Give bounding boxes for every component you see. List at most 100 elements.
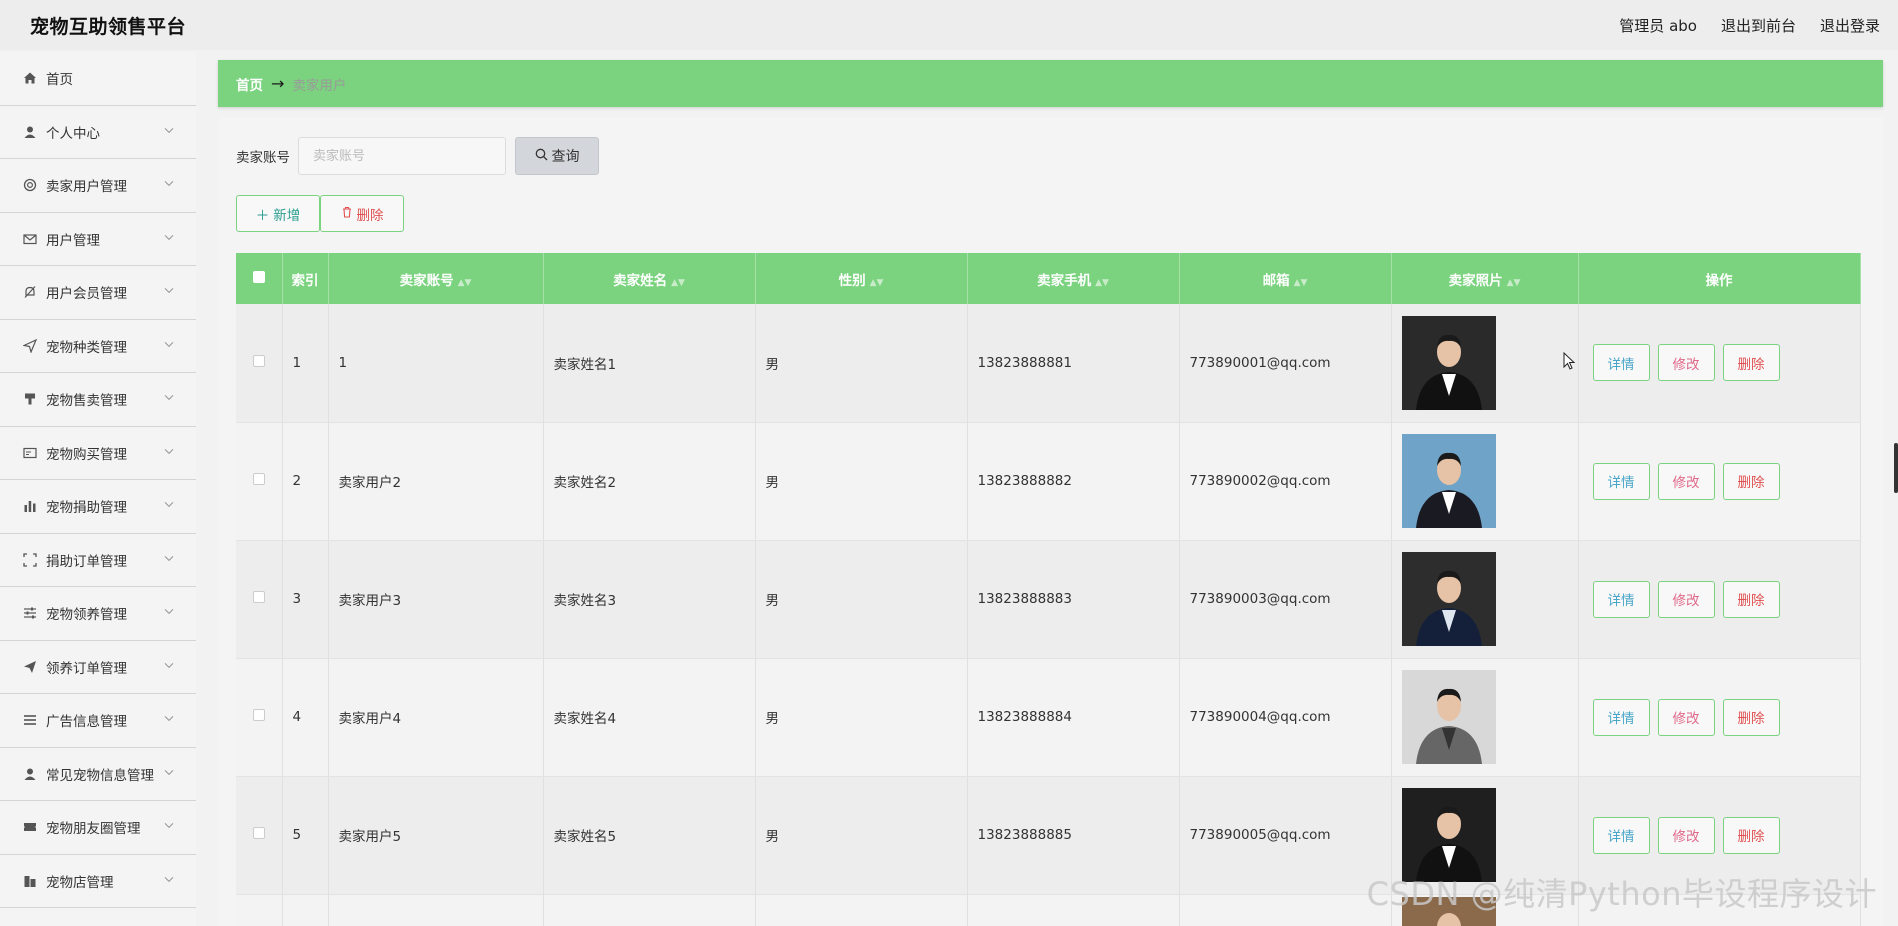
sidebar-item-6[interactable]: 宠物售卖管理 (0, 373, 196, 427)
detail-button[interactable]: 详情 (1592, 698, 1650, 736)
cell-photo (1391, 658, 1579, 777)
brush-icon (22, 391, 38, 407)
top-nav: 管理员 abo 退出到前台 退出登录 (1619, 15, 1880, 36)
cell-gender: 男 (755, 776, 968, 895)
row-checkbox[interactable] (236, 540, 283, 659)
add-button[interactable]: ＋ 新增 (236, 195, 320, 232)
select-all-checkbox[interactable] (236, 253, 283, 304)
row-checkbox[interactable] (236, 776, 283, 895)
admin-label[interactable]: 管理员 abo (1619, 15, 1697, 36)
col-account[interactable]: 卖家账号 ▲▼ (328, 253, 544, 304)
sidebar-item-13[interactable]: 常见宠物信息管理 (0, 748, 196, 801)
seller-photo (1401, 552, 1496, 646)
cell-index: 5 (282, 776, 329, 895)
sidebar-item-7[interactable]: 宠物购买管理 (0, 427, 196, 480)
row-delete-button[interactable]: 删除 (1722, 816, 1780, 854)
row-checkbox[interactable] (236, 422, 283, 541)
sidebar-item-label: 用户管理 (46, 232, 100, 249)
table-row: 3 卖家用户3 卖家姓名3 男 13823888883 773890003@qq.com 详… (236, 540, 1861, 659)
row-delete-button[interactable]: 删除 (1722, 344, 1780, 382)
cell-gender: 男 (755, 540, 968, 659)
chevron-down-icon (164, 553, 174, 564)
chevron-down-icon (164, 179, 174, 190)
sidebar-item-label: 宠物捐助管理 (46, 500, 127, 517)
cell-phone: 13823888882 (967, 422, 1180, 541)
sidebar-item-5[interactable]: 宠物种类管理 (0, 320, 196, 373)
sidebar-item-12[interactable]: 广告信息管理 (0, 694, 196, 748)
breadcrumb-home[interactable]: 首页 (236, 74, 263, 94)
sort-icon: ▲▼ (1506, 277, 1521, 288)
sidebar-item-11[interactable]: 领养订单管理 (0, 641, 196, 694)
col-gender-label: 性别 (838, 272, 866, 289)
sidebar-item-0[interactable]: 首页 (0, 52, 196, 106)
sidebar-item-14[interactable]: 宠物朋友圈管理 (0, 801, 196, 855)
col-email-label: 邮箱 (1262, 272, 1290, 289)
cell-email: 773890005@qq.com (1179, 776, 1392, 895)
seller-table: 索引 卖家账号 ▲▼ 卖家姓名 ▲▼ 性别 ▲▼ 卖家手机 ▲▼ 邮箱 ▲▼ 卖家照片 ▲▼… (236, 253, 1861, 926)
sidebar-item-label: 宠物朋友圈管理 (46, 821, 141, 838)
sidebar-item-1[interactable]: 个人中心 (0, 106, 196, 159)
col-gender[interactable]: 性别 ▲▼ (755, 253, 968, 304)
logout-link[interactable]: 退出登录 (1820, 15, 1880, 36)
card-icon (22, 445, 38, 461)
search-icon (535, 148, 548, 165)
row-delete-button[interactable]: 删除 (1722, 580, 1780, 618)
detail-button[interactable]: 详情 (1592, 462, 1650, 500)
edit-button[interactable]: 修改 (1657, 580, 1715, 618)
sidebar-item-15[interactable]: 宠物店管理 (0, 855, 196, 908)
col-email[interactable]: 邮箱 ▲▼ (1179, 253, 1392, 304)
cell-account: 卖家用户2 (328, 422, 544, 541)
cell-gender: 男 (755, 658, 968, 777)
person-icon (22, 766, 38, 782)
edit-button[interactable]: 修改 (1657, 344, 1715, 382)
table-row: 2 卖家用户2 卖家姓名2 男 13823888882 773890002@qq.com 详… (236, 422, 1861, 541)
search-input[interactable] (298, 137, 506, 175)
detail-button[interactable]: 详情 (1592, 344, 1650, 382)
cell-index: 4 (282, 658, 329, 777)
detail-button[interactable]: 详情 (1592, 580, 1650, 618)
table-row: 1 1 卖家姓名1 男 13823888881 773890001@qq.com 详情 修改删… (236, 304, 1861, 423)
row-delete-button[interactable]: 删除 (1722, 698, 1780, 736)
chevron-down-icon (164, 339, 174, 350)
top-bar: 宠物互助领售平台 管理员 abo 退出到前台 退出登录 (0, 0, 1898, 50)
col-name-label: 卖家姓名 (613, 272, 668, 289)
sort-icon: ▲▼ (457, 277, 472, 288)
row-checkbox[interactable] (236, 304, 283, 423)
row-checkbox[interactable] (236, 658, 283, 777)
home-icon (22, 70, 38, 86)
col-phone[interactable]: 卖家手机 ▲▼ (967, 253, 1180, 304)
cell-photo (1391, 422, 1579, 541)
cell-name: 卖家姓名1 (543, 304, 756, 423)
edit-button[interactable]: 修改 (1657, 698, 1715, 736)
add-button-label: 新增 (273, 207, 301, 224)
sidebar-item-8[interactable]: 宠物捐助管理 (0, 480, 196, 534)
to-front-link[interactable]: 退出到前台 (1721, 15, 1796, 36)
query-button[interactable]: 查询 (515, 137, 599, 175)
detail-button[interactable]: 详情 (1592, 816, 1650, 854)
cell-account: 卖家用户3 (328, 540, 544, 659)
edit-button[interactable]: 修改 (1657, 462, 1715, 500)
sidebar-item-label: 宠物售卖管理 (46, 393, 127, 410)
edit-button[interactable]: 修改 (1657, 816, 1715, 854)
sidebar-item-2[interactable]: 卖家用户管理 (0, 159, 196, 213)
cell-name: 卖家姓名2 (543, 422, 756, 541)
sidebar-item-4[interactable]: 用户会员管理 (0, 266, 196, 320)
col-name[interactable]: 卖家姓名 ▲▼ (543, 253, 756, 304)
sidebar-item-10[interactable]: 宠物领养管理 (0, 587, 196, 641)
chevron-down-icon (164, 446, 174, 457)
scrollbar-thumb[interactable] (1894, 443, 1898, 493)
seller-photo (1401, 315, 1496, 410)
sidebar-item-3[interactable]: 用户管理 (0, 213, 196, 266)
content-panel: 卖家账号 查询 ＋ 新增 删除 (218, 117, 1883, 926)
chevron-down-icon (164, 660, 174, 671)
sidebar-item-label: 宠物领养管理 (46, 607, 127, 624)
delete-button[interactable]: 删除 (320, 195, 404, 232)
cell-actions: 详情 修改 删除 (1578, 540, 1861, 659)
arrow-right-icon: → (271, 74, 285, 93)
sidebar-item-label: 卖家用户管理 (46, 179, 127, 196)
sidebar-item-9[interactable]: 捐助订单管理 (0, 534, 196, 587)
cell-phone: 13823888883 (967, 540, 1180, 659)
chevron-down-icon (164, 874, 174, 885)
col-photo[interactable]: 卖家照片 ▲▼ (1391, 253, 1579, 304)
row-delete-button[interactable]: 删除 (1722, 462, 1780, 500)
